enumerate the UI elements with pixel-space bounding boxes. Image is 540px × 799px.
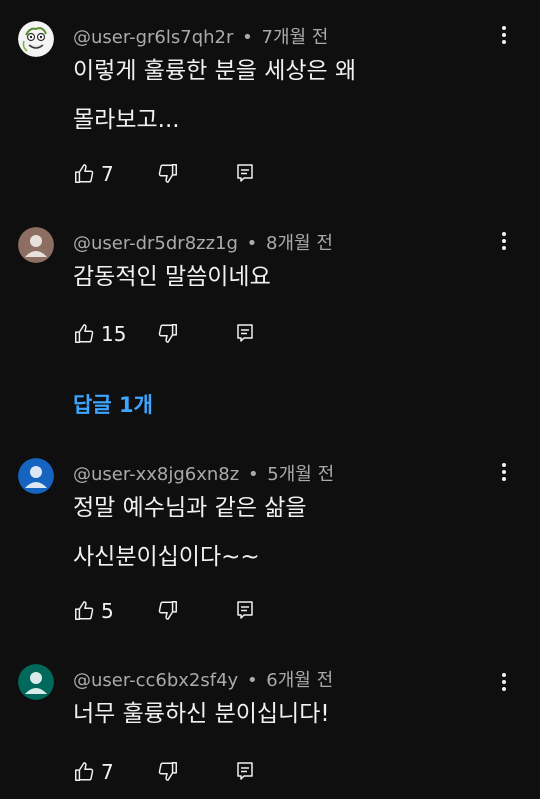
reply-button[interactable] bbox=[235, 163, 255, 187]
more-options-button[interactable] bbox=[494, 668, 514, 696]
more-options-button[interactable] bbox=[494, 458, 514, 486]
thumb-up-icon bbox=[75, 601, 94, 620]
comment-meta: @user-gr6ls7qh2r • 7개월 전 bbox=[73, 23, 328, 49]
meta-separator: • bbox=[242, 27, 253, 48]
comment-meta: @user-xx8jg6xn8z • 5개월 전 bbox=[73, 460, 334, 486]
avatar[interactable] bbox=[18, 458, 54, 494]
comment-list: @user-gr6ls7qh2r • 7개월 전 이렇게 훌륭한 분을 세상은 … bbox=[0, 0, 540, 799]
dislike-button[interactable] bbox=[157, 760, 179, 786]
like-button[interactable]: 15 bbox=[73, 322, 126, 346]
reply-button[interactable] bbox=[235, 600, 255, 624]
comment-meta: @user-cc6bx2sf4y • 6개월 전 bbox=[73, 666, 333, 692]
avatar[interactable] bbox=[18, 664, 54, 700]
dislike-button[interactable] bbox=[157, 162, 179, 188]
default-person-icon bbox=[18, 227, 54, 263]
more-options-button[interactable] bbox=[494, 21, 514, 49]
thumb-up-icon bbox=[75, 324, 94, 343]
comment-text: 정말 예수님과 같은 삶을 사신분이십이다~~ bbox=[73, 495, 307, 570]
thumb-up-icon bbox=[75, 762, 94, 781]
like-button[interactable]: 7 bbox=[73, 162, 114, 186]
meta-separator: • bbox=[246, 670, 258, 691]
more-vert-icon bbox=[502, 673, 506, 691]
meta-separator: • bbox=[246, 233, 258, 254]
comment-meta: @user-dr5dr8zz1g • 8개월 전 bbox=[73, 229, 333, 255]
comment-text: 감동적인 말씀이네요 bbox=[73, 264, 271, 290]
comment-author[interactable]: @user-dr5dr8zz1g bbox=[73, 233, 238, 254]
reply-button[interactable] bbox=[235, 761, 255, 785]
comment-author[interactable]: @user-gr6ls7qh2r bbox=[73, 27, 233, 48]
thumb-down-icon bbox=[158, 601, 177, 620]
like-button[interactable]: 7 bbox=[73, 760, 114, 784]
like-count: 15 bbox=[101, 322, 127, 346]
like-count: 5 bbox=[101, 599, 114, 623]
thumb-down-icon bbox=[158, 164, 177, 183]
comment-time: 7개월 전 bbox=[261, 27, 329, 48]
thumb-down-icon bbox=[158, 762, 177, 781]
cartoon-face-icon bbox=[18, 21, 54, 57]
default-person-icon bbox=[18, 664, 54, 700]
comment-author[interactable]: @user-xx8jg6xn8z bbox=[73, 464, 239, 485]
avatar[interactable] bbox=[18, 21, 54, 57]
meta-separator: • bbox=[247, 464, 259, 485]
thumb-down-icon bbox=[158, 324, 177, 343]
more-vert-icon bbox=[502, 232, 506, 250]
comment-time: 6개월 전 bbox=[266, 670, 334, 691]
dislike-button[interactable] bbox=[157, 599, 179, 625]
reply-comment-icon bbox=[237, 164, 253, 182]
reply-comment-icon bbox=[237, 324, 253, 342]
comment-time: 5개월 전 bbox=[267, 464, 335, 485]
view-replies-link[interactable]: 답글 1개 bbox=[73, 389, 153, 419]
more-vert-icon bbox=[502, 463, 506, 481]
reply-comment-icon bbox=[237, 601, 253, 619]
like-count: 7 bbox=[101, 760, 114, 784]
dislike-button[interactable] bbox=[157, 322, 179, 348]
reply-button[interactable] bbox=[235, 323, 255, 347]
comment-time: 8개월 전 bbox=[266, 233, 333, 254]
more-vert-icon bbox=[502, 26, 506, 44]
default-person-icon bbox=[18, 458, 54, 494]
comment-text: 이렇게 훌륭한 분을 세상은 왜 몰라보고... bbox=[73, 58, 357, 133]
avatar[interactable] bbox=[18, 227, 54, 263]
more-options-button[interactable] bbox=[494, 227, 514, 255]
like-count: 7 bbox=[101, 162, 114, 186]
like-button[interactable]: 5 bbox=[73, 599, 114, 623]
thumb-up-icon bbox=[75, 164, 94, 183]
reply-comment-icon bbox=[237, 762, 253, 780]
comment-author[interactable]: @user-cc6bx2sf4y bbox=[73, 670, 238, 691]
comment-text: 너무 훌륭하신 분이십니다! bbox=[73, 701, 330, 727]
